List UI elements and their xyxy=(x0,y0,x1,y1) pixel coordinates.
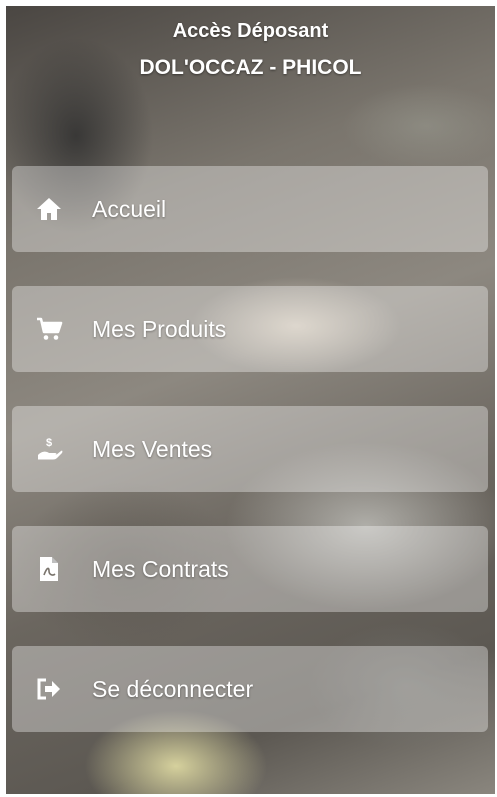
menu-item-label: Accueil xyxy=(92,195,167,222)
sidebar-panel: Accès Déposant DOL'OCCAZ - PHICOL Accuei… xyxy=(6,6,495,794)
svg-text:$: $ xyxy=(46,437,52,449)
page-title: DOL'OCCAZ - PHICOL xyxy=(139,56,362,79)
menu-item-label: Mes Contrats xyxy=(92,555,229,582)
menu-item-label: Mes Produits xyxy=(92,315,227,342)
hand-money-icon: $ xyxy=(32,432,66,466)
logout-icon xyxy=(32,672,66,706)
home-icon xyxy=(32,192,66,226)
pdf-file-icon xyxy=(32,552,66,586)
header: Accès Déposant DOL'OCCAZ - PHICOL xyxy=(6,18,495,82)
menu-item-accueil[interactable]: Accueil xyxy=(12,166,488,252)
menu-item-label: Mes Ventes xyxy=(92,435,213,462)
menu-item-mes-ventes[interactable]: $ Mes Ventes xyxy=(12,406,488,492)
shopping-cart-icon xyxy=(32,312,66,346)
menu-item-mes-contrats[interactable]: Mes Contrats xyxy=(12,526,488,612)
page-subtitle: Accès Déposant xyxy=(172,20,329,42)
menu-item-label: Se déconnecter xyxy=(92,675,254,702)
menu-item-mes-produits[interactable]: Mes Produits xyxy=(12,286,488,372)
menu-item-se-deconnecter[interactable]: Se déconnecter xyxy=(12,646,488,732)
